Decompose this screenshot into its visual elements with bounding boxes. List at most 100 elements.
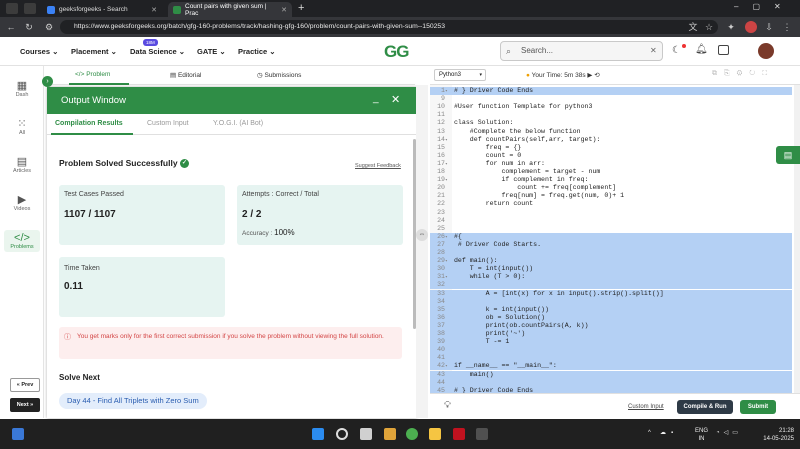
inbox-icon[interactable] bbox=[718, 45, 729, 55]
language-select[interactable]: Python3 ▾ bbox=[434, 69, 486, 81]
windows-start-icon[interactable] bbox=[312, 428, 324, 440]
editor-scrollbar[interactable] bbox=[794, 85, 800, 393]
minimize-window-icon[interactable]: _ bbox=[373, 93, 379, 104]
code-line[interactable]: 17▾ for num in arr: bbox=[430, 160, 792, 168]
language-indicator[interactable]: ENG IN bbox=[695, 427, 708, 443]
suggest-feedback-link[interactable]: Suggest Feedback bbox=[355, 163, 401, 169]
panel-resize-handle[interactable]: ⇔ bbox=[416, 85, 428, 418]
code-line[interactable]: 42▾ if __name__ == "__main__": bbox=[430, 362, 792, 371]
search-taskbar-icon[interactable] bbox=[336, 428, 348, 440]
browser-more-icon[interactable]: ⋮ bbox=[780, 20, 794, 34]
custom-input-link[interactable]: Custom Input bbox=[628, 404, 664, 410]
bulb-icon[interactable]: 💡︎ bbox=[444, 400, 451, 411]
code-line[interactable]: 1▾ # } Driver Code Ends bbox=[430, 87, 792, 96]
code-line[interactable]: 11 bbox=[430, 111, 792, 119]
code-area[interactable]: 1▾ # } Driver Code Ends 9 10 #User functi… bbox=[430, 85, 792, 393]
tab-custom-input[interactable]: Custom Input bbox=[147, 120, 189, 127]
sidebar-item-all[interactable]: ⁙ All bbox=[0, 118, 44, 136]
code-line[interactable]: 14▾ def countPairs(self,arr, target): bbox=[430, 136, 792, 144]
code-line[interactable]: 43 main() bbox=[430, 370, 792, 379]
tab-yogi-ai-bot[interactable]: Y.O.G.I. (AI Bot) bbox=[213, 120, 263, 127]
code-line[interactable]: 44 bbox=[430, 378, 792, 387]
tab-submissions[interactable]: ◷ Submissions bbox=[257, 71, 301, 79]
clock[interactable]: 21:28 14-05-2025 bbox=[756, 427, 794, 443]
code-line[interactable]: 16 count = 0 bbox=[430, 152, 792, 160]
site-info-icon[interactable]: ⚙ bbox=[42, 20, 56, 34]
sidebar-item-problems[interactable]: </> Problems bbox=[4, 230, 40, 252]
code-line[interactable]: 18 complement = target - num bbox=[430, 168, 792, 176]
minimize-icon[interactable]: – bbox=[734, 2, 752, 11]
code-line[interactable]: 21 freq[num] = freq.get(num, 0)+ 1 bbox=[430, 192, 792, 200]
calculator-icon[interactable] bbox=[476, 428, 488, 440]
menu-placement[interactable]: Placement ⌄ bbox=[71, 47, 117, 56]
code-line[interactable]: 41 bbox=[430, 354, 792, 363]
reset-timer-icon[interactable]: ⟲ bbox=[594, 72, 599, 79]
browser-menu-icon[interactable] bbox=[6, 3, 18, 14]
chat-widget-icon[interactable]: ▤ bbox=[776, 146, 800, 164]
collapse-sidebar-icon[interactable]: › bbox=[42, 76, 53, 87]
code-line[interactable]: 25 bbox=[430, 225, 792, 233]
maximize-icon[interactable]: ▢ bbox=[752, 2, 774, 11]
code-line[interactable]: 29▾ def main(): bbox=[430, 257, 792, 266]
next-button[interactable]: Next » bbox=[10, 398, 40, 412]
code-line[interactable]: 27 # Driver Code Starts. bbox=[430, 240, 792, 249]
new-tab-button[interactable]: + bbox=[298, 2, 304, 14]
solve-next-problem-link[interactable]: Day 44 - Find All Triplets with Zero Sum bbox=[59, 393, 207, 409]
reset-code-icon[interactable]: ↻ bbox=[749, 70, 762, 77]
code-line[interactable]: 37 print(ob.countPairs(A, k)) bbox=[430, 321, 792, 330]
menu-courses[interactable]: Courses ⌄ bbox=[20, 47, 58, 56]
close-window-icon[interactable]: ✕ bbox=[774, 2, 795, 11]
downloads-icon[interactable]: ⇩ bbox=[762, 20, 776, 34]
code-line[interactable]: 19▾ if complement in freq: bbox=[430, 176, 792, 184]
back-icon[interactable]: ← bbox=[4, 20, 18, 34]
profile-avatar[interactable] bbox=[745, 21, 757, 33]
notification-bell-icon[interactable]: 🔔︎ bbox=[695, 44, 708, 55]
gfg-logo[interactable]: GG bbox=[384, 42, 409, 62]
search-input[interactable]: Search... bbox=[500, 41, 663, 61]
copilot-icon[interactable] bbox=[384, 428, 396, 440]
file-explorer-icon[interactable] bbox=[429, 428, 441, 440]
sidebar-item-videos[interactable]: ▶ Videos bbox=[0, 194, 44, 212]
clear-search-icon[interactable]: ✕ bbox=[650, 46, 657, 55]
code-line[interactable]: 26▾ #{ bbox=[430, 232, 792, 241]
code-line[interactable]: 40 bbox=[430, 346, 792, 355]
code-line[interactable]: 28 bbox=[430, 249, 792, 258]
sidebar-item-articles[interactable]: ▤ Articles bbox=[0, 156, 44, 174]
code-line[interactable]: 12 class Solution: bbox=[430, 119, 792, 127]
browser-tab-active[interactable]: Count pairs with given sum | Prac ✕ bbox=[168, 2, 292, 17]
code-line[interactable]: 36 ob = Solution() bbox=[430, 313, 792, 322]
code-line[interactable]: 38 print('~') bbox=[430, 330, 792, 339]
fullscreen-icon[interactable]: ⛶ bbox=[762, 70, 774, 77]
code-line[interactable]: 13 #Complete the below function bbox=[430, 128, 792, 136]
code-line[interactable]: 10 #User function Template for python3 bbox=[430, 103, 792, 111]
tab-compilation-results[interactable]: Compilation Results bbox=[55, 120, 123, 127]
menu-gate[interactable]: GATE ⌄ bbox=[197, 47, 226, 56]
system-icons[interactable]: ◔◁▭ bbox=[716, 429, 742, 436]
tab-problem[interactable]: </> Problem bbox=[75, 71, 110, 78]
tab-actions-icon[interactable] bbox=[24, 3, 36, 14]
task-view-icon[interactable] bbox=[360, 428, 372, 440]
bookmark-star-icon[interactable]: ☆ bbox=[702, 20, 716, 34]
compile-run-button[interactable]: Compile & Run bbox=[677, 400, 733, 414]
close-tab-icon[interactable]: ✕ bbox=[151, 6, 157, 14]
settings-icon[interactable]: ⚙ bbox=[737, 70, 750, 77]
code-line[interactable]: 15 freq = {} bbox=[430, 144, 792, 152]
extensions-icon[interactable]: ✦ bbox=[724, 20, 738, 34]
reload-icon[interactable]: ↻ bbox=[22, 20, 36, 34]
url-input[interactable]: https://www.geeksforgeeks.org/batch/gfg-… bbox=[60, 20, 718, 34]
app-icon[interactable]: ▪ bbox=[671, 430, 678, 436]
browser-tab-search[interactable]: geeksforgeeks - Search ✕ bbox=[42, 2, 162, 17]
user-avatar[interactable] bbox=[758, 43, 774, 59]
theme-toggle-icon[interactable]: ☾ bbox=[672, 45, 681, 56]
chrome-icon[interactable] bbox=[406, 428, 418, 440]
menu-practice[interactable]: Practice ⌄ bbox=[238, 47, 276, 56]
sidebar-item-dash[interactable]: ▦ Dash bbox=[0, 80, 44, 98]
prev-button[interactable]: « Prev bbox=[10, 378, 40, 392]
code-line[interactable]: 9 bbox=[430, 95, 792, 103]
mcafee-icon[interactable] bbox=[453, 428, 465, 440]
code-line[interactable]: 31▾ while (T > 0): bbox=[430, 273, 792, 282]
code-line[interactable]: 22 return count bbox=[430, 200, 792, 208]
code-line[interactable]: 39 T -= 1 bbox=[430, 338, 792, 347]
code-line[interactable]: 23 bbox=[430, 209, 792, 217]
play-icon[interactable]: ▶ bbox=[587, 72, 592, 79]
